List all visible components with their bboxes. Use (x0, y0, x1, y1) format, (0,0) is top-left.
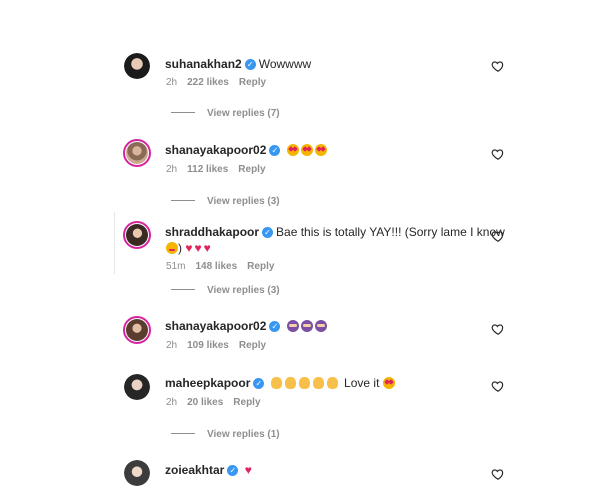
view-replies-label: View replies (3) (207, 196, 280, 207)
ninja-emoji-icon (300, 320, 313, 332)
divider-line (171, 433, 195, 434)
comment-likes[interactable]: 222 likes (187, 77, 229, 88)
reply-button[interactable]: Reply (239, 340, 266, 351)
heart-outline-icon[interactable] (491, 379, 505, 393)
comment-text-suffix: ) (178, 241, 182, 255)
view-replies-label: View replies (7) (207, 108, 280, 119)
comment-username[interactable]: zoieakhtar (165, 463, 224, 477)
comment-username[interactable]: shanayakapoor02 (165, 319, 266, 333)
avatar[interactable] (124, 374, 150, 400)
comment-text: Love it (344, 376, 380, 390)
verified-badge-icon: ✓ (227, 465, 239, 476)
comment-time: 2h (166, 77, 178, 88)
ninja-emoji-icon (314, 320, 327, 332)
comment-time: 2h (166, 340, 178, 351)
heart-eyes-emoji-icon (286, 144, 299, 156)
comment-text: Bae this is totally YAY!!! (Sorry lame I… (276, 225, 505, 239)
comment-username[interactable]: suhanakhan2 (165, 57, 242, 71)
comment-likes[interactable]: 148 likes (195, 261, 237, 272)
divider-line (114, 212, 115, 274)
reply-button[interactable]: Reply (239, 77, 266, 88)
heart-eyes-emoji-icon (300, 144, 313, 156)
reply-button[interactable]: Reply (247, 261, 274, 272)
comment-time: 2h (166, 397, 178, 408)
heart-outline-icon[interactable] (491, 229, 505, 243)
avatar[interactable] (123, 316, 151, 344)
view-replies-label: View replies (3) (207, 285, 280, 296)
red-heart-emoji-icon: ♥ (185, 241, 193, 255)
verified-badge-icon: ✓ (262, 227, 274, 238)
comment-username[interactable]: maheepkapoor (165, 376, 250, 390)
clapping-hands-emoji-icon (298, 377, 310, 389)
heart-outline-icon[interactable] (491, 147, 505, 161)
view-replies-label: View replies (1) (207, 429, 280, 440)
view-replies-button[interactable]: View replies (3) (171, 285, 280, 296)
smiling-face-emoji-icon (166, 242, 178, 254)
comment-likes[interactable]: 20 likes (187, 397, 223, 408)
view-replies-button[interactable]: View replies (3) (171, 196, 280, 207)
clapping-hands-emoji-icon (284, 377, 296, 389)
red-heart-emoji-icon: ♥ (244, 463, 252, 477)
comment-time: 2h (166, 164, 178, 175)
comment-username[interactable]: shanayakapoor02 (165, 143, 266, 157)
comment-likes[interactable]: 109 likes (187, 340, 229, 351)
verified-badge-icon: ✓ (269, 145, 281, 156)
red-heart-emoji-icon: ♥ (194, 241, 202, 255)
reply-button[interactable]: Reply (238, 164, 265, 175)
view-replies-button[interactable]: View replies (7) (171, 108, 280, 119)
heart-outline-icon[interactable] (491, 467, 505, 481)
divider-line (171, 289, 195, 290)
clapping-hands-emoji-icon (270, 377, 282, 389)
comment-time: 51m (166, 261, 186, 272)
comment-likes[interactable]: 112 likes (187, 164, 228, 175)
avatar[interactable] (123, 139, 151, 167)
divider-line (171, 112, 195, 113)
heart-outline-icon[interactable] (491, 322, 505, 336)
heart-outline-icon[interactable] (491, 59, 505, 73)
comment-text: Wowwww (258, 57, 312, 71)
avatar[interactable] (123, 221, 151, 249)
clapping-hands-emoji-icon (326, 377, 338, 389)
comment-username[interactable]: shraddhakapoor (165, 225, 259, 239)
divider-line (171, 200, 195, 201)
view-replies-button[interactable]: View replies (1) (171, 429, 280, 440)
heart-eyes-emoji-icon (314, 144, 327, 156)
red-heart-emoji-icon: ♥ (203, 241, 211, 255)
clapping-hands-emoji-icon (312, 377, 324, 389)
avatar[interactable] (124, 53, 150, 79)
ninja-emoji-icon (286, 320, 299, 332)
reply-button[interactable]: Reply (233, 397, 260, 408)
verified-badge-icon: ✓ (244, 59, 256, 70)
avatar[interactable] (124, 460, 150, 486)
verified-badge-icon: ✓ (253, 378, 265, 389)
verified-badge-icon: ✓ (269, 321, 281, 332)
heart-eyes-emoji-icon (382, 377, 395, 389)
